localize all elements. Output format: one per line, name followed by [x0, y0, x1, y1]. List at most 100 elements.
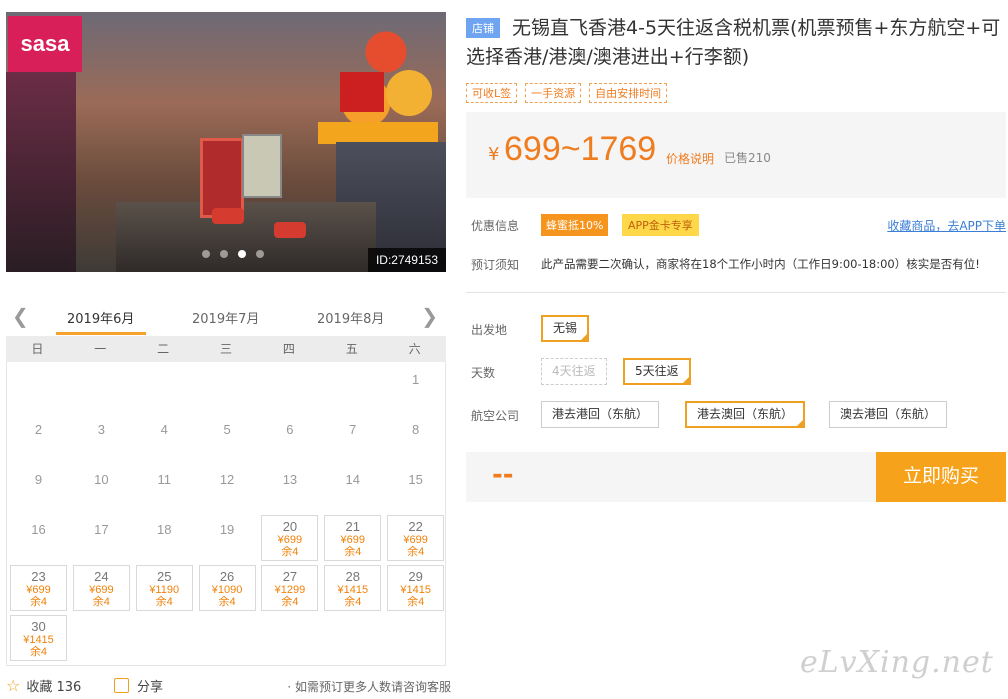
calendar-day-available[interactable]: 29 ¥1415 余4: [387, 565, 445, 611]
calendar-day-number: 22: [408, 519, 423, 534]
calendar-day-remaining: 余4: [344, 596, 362, 608]
calendar-day-remaining: 余4: [218, 596, 236, 608]
calendar-day-available[interactable]: 30 ¥1415 余4: [10, 615, 67, 661]
calendar-day-number: 3: [97, 422, 105, 437]
calendar-day: 2: [10, 415, 67, 461]
calendar-day-number: 26: [219, 569, 235, 584]
sold-count: 已售210: [724, 151, 771, 165]
calendar-day-number: 24: [94, 569, 109, 584]
calendar-day: 16: [10, 515, 67, 561]
calendar-day-available[interactable]: 21 ¥699 余4: [324, 515, 382, 561]
share-button[interactable]: 分享: [114, 676, 163, 695]
photo-building: [6, 72, 76, 272]
price-explanation-link[interactable]: 价格说明: [666, 150, 714, 167]
carousel-dot[interactable]: [256, 250, 264, 258]
tab-month-june[interactable]: 2019年6月: [67, 308, 134, 327]
buy-now-button[interactable]: 立即购买: [876, 452, 1006, 502]
calendar-month-nav: ❮ 2019年6月 2019年7月 2019年8月 ❯: [6, 298, 446, 336]
carousel-dot-active[interactable]: [238, 250, 246, 258]
product-footer: ☆ 收藏 136 分享 · 如需预订更多人数请咨询客服: [6, 674, 451, 698]
option-days-5[interactable]: 5天往返: [623, 358, 691, 385]
calendar-day-available[interactable]: 28 ¥1415 余4: [324, 565, 382, 611]
calendar-day-price: ¥1299: [274, 584, 306, 596]
option-airline-hk-mo[interactable]: 港去澳回（东航）: [685, 401, 806, 428]
calendar-day-number: 2: [34, 422, 43, 437]
calendar-day-available[interactable]: 27 ¥1299 余4: [261, 565, 319, 611]
calendar-day-remaining: 余4: [281, 546, 299, 558]
calendar-day: 17: [73, 515, 130, 561]
photo-sign: [340, 72, 384, 112]
share-icon: [114, 678, 129, 693]
weekday-label: 一: [94, 342, 107, 356]
calendar-day-price: ¥1415: [23, 634, 54, 646]
product-photo[interactable]: sasa ID:2749153: [6, 12, 446, 272]
product-tag: 自由安排时间: [589, 83, 668, 103]
calendar-day-number: 1: [412, 372, 420, 387]
photo-taxi: [212, 208, 244, 224]
favorite-count: 136: [56, 680, 82, 695]
favorite-button[interactable]: ☆ 收藏 136: [6, 676, 81, 695]
group-booking-note: · 如需预订更多人数请咨询客服: [287, 680, 451, 694]
chevron-right-icon[interactable]: ❯: [421, 304, 438, 328]
calendar-day-available[interactable]: 25 ¥1190 余4: [135, 565, 193, 611]
calendar-day-number: 16: [31, 522, 46, 537]
calendar-day-remaining: 余4: [407, 596, 425, 608]
watermark: eLvXing.net: [800, 645, 994, 680]
calendar-day-available[interactable]: 26 ¥1090 余4: [198, 565, 256, 611]
calendar-day-number: 25: [156, 569, 172, 584]
chevron-left-icon[interactable]: ❮: [12, 304, 29, 328]
total-price: --: [492, 460, 514, 490]
calendar-day-available[interactable]: 20 ¥699 余4: [261, 515, 319, 561]
calendar-day-available[interactable]: 24 ¥699 余4: [72, 565, 130, 611]
calendar-day-number: 17: [94, 522, 109, 537]
product-title: 无锡直飞香港4-5天往返含税机票(机票预售+东方航空+可选择香港/港澳/澳港进出…: [466, 17, 1001, 68]
calendar-day-price: ¥699: [89, 584, 114, 596]
calendar-day-number: 30: [31, 619, 46, 634]
tab-month-august[interactable]: 2019年8月: [317, 308, 384, 327]
calendar-day-number: 18: [156, 522, 172, 537]
calendar-day-number: 23: [31, 569, 46, 584]
store-badge[interactable]: 店铺: [466, 18, 500, 38]
image-id-label: ID:2749153: [367, 248, 446, 272]
calendar-day-available[interactable]: 22 ¥699 余4: [387, 515, 445, 561]
favorite-app-link[interactable]: 收藏商品，去APP下单: [887, 217, 1006, 234]
calendar-day-price: ¥1415: [400, 584, 431, 596]
calendar-day: 8: [387, 415, 444, 461]
tab-month-july[interactable]: 2019年7月: [192, 308, 259, 327]
product-tag: 可收L签: [466, 83, 518, 103]
calendar-day-remaining: 余4: [155, 596, 173, 608]
weekday-label: 六: [408, 342, 421, 356]
promo-badge-app: APP金卡专享: [622, 214, 699, 236]
calendar-day-number: 8: [412, 422, 420, 437]
calendar-day-number: 7: [349, 422, 357, 437]
carousel-dot[interactable]: [220, 250, 228, 258]
calendar-day: 3: [73, 415, 130, 461]
photo-bus: [200, 138, 244, 218]
photo-road: [116, 202, 376, 272]
calendar-day: 11: [136, 465, 193, 511]
weekday-label: 四: [282, 342, 295, 356]
option-days-4[interactable]: 4天往返: [541, 358, 607, 385]
calendar-day-number: 21: [345, 519, 361, 534]
calendar-day: 7: [324, 415, 381, 461]
option-airline-hk-hk[interactable]: 港去港回（东航）: [541, 401, 660, 428]
calendar-day-number: 6: [286, 422, 294, 437]
option-airline-mo-hk[interactable]: 澳去港回（东航）: [829, 401, 948, 428]
price-currency: ¥: [488, 144, 500, 165]
carousel-dot[interactable]: [202, 250, 210, 258]
photo-sign: [386, 70, 432, 116]
calendar-day-price: ¥699: [340, 534, 366, 546]
calendar-day-number: 20: [282, 519, 298, 534]
days-label: 天数: [471, 366, 496, 380]
calendar-day-number: 13: [282, 472, 298, 487]
calendar-day-available[interactable]: 23 ¥699 余4: [10, 565, 67, 611]
calendar-day-remaining: 余4: [344, 546, 362, 558]
airline-label: 航空公司: [471, 409, 520, 423]
calendar-day-number: 10: [94, 472, 109, 487]
carousel-dots[interactable]: [202, 250, 264, 258]
weekday-label: 二: [157, 342, 170, 356]
calendar-day: 1: [387, 365, 444, 411]
photo-bus: [242, 134, 282, 198]
calendar-day: 5: [199, 415, 256, 461]
option-departure-wuxi[interactable]: 无锡: [541, 315, 590, 342]
